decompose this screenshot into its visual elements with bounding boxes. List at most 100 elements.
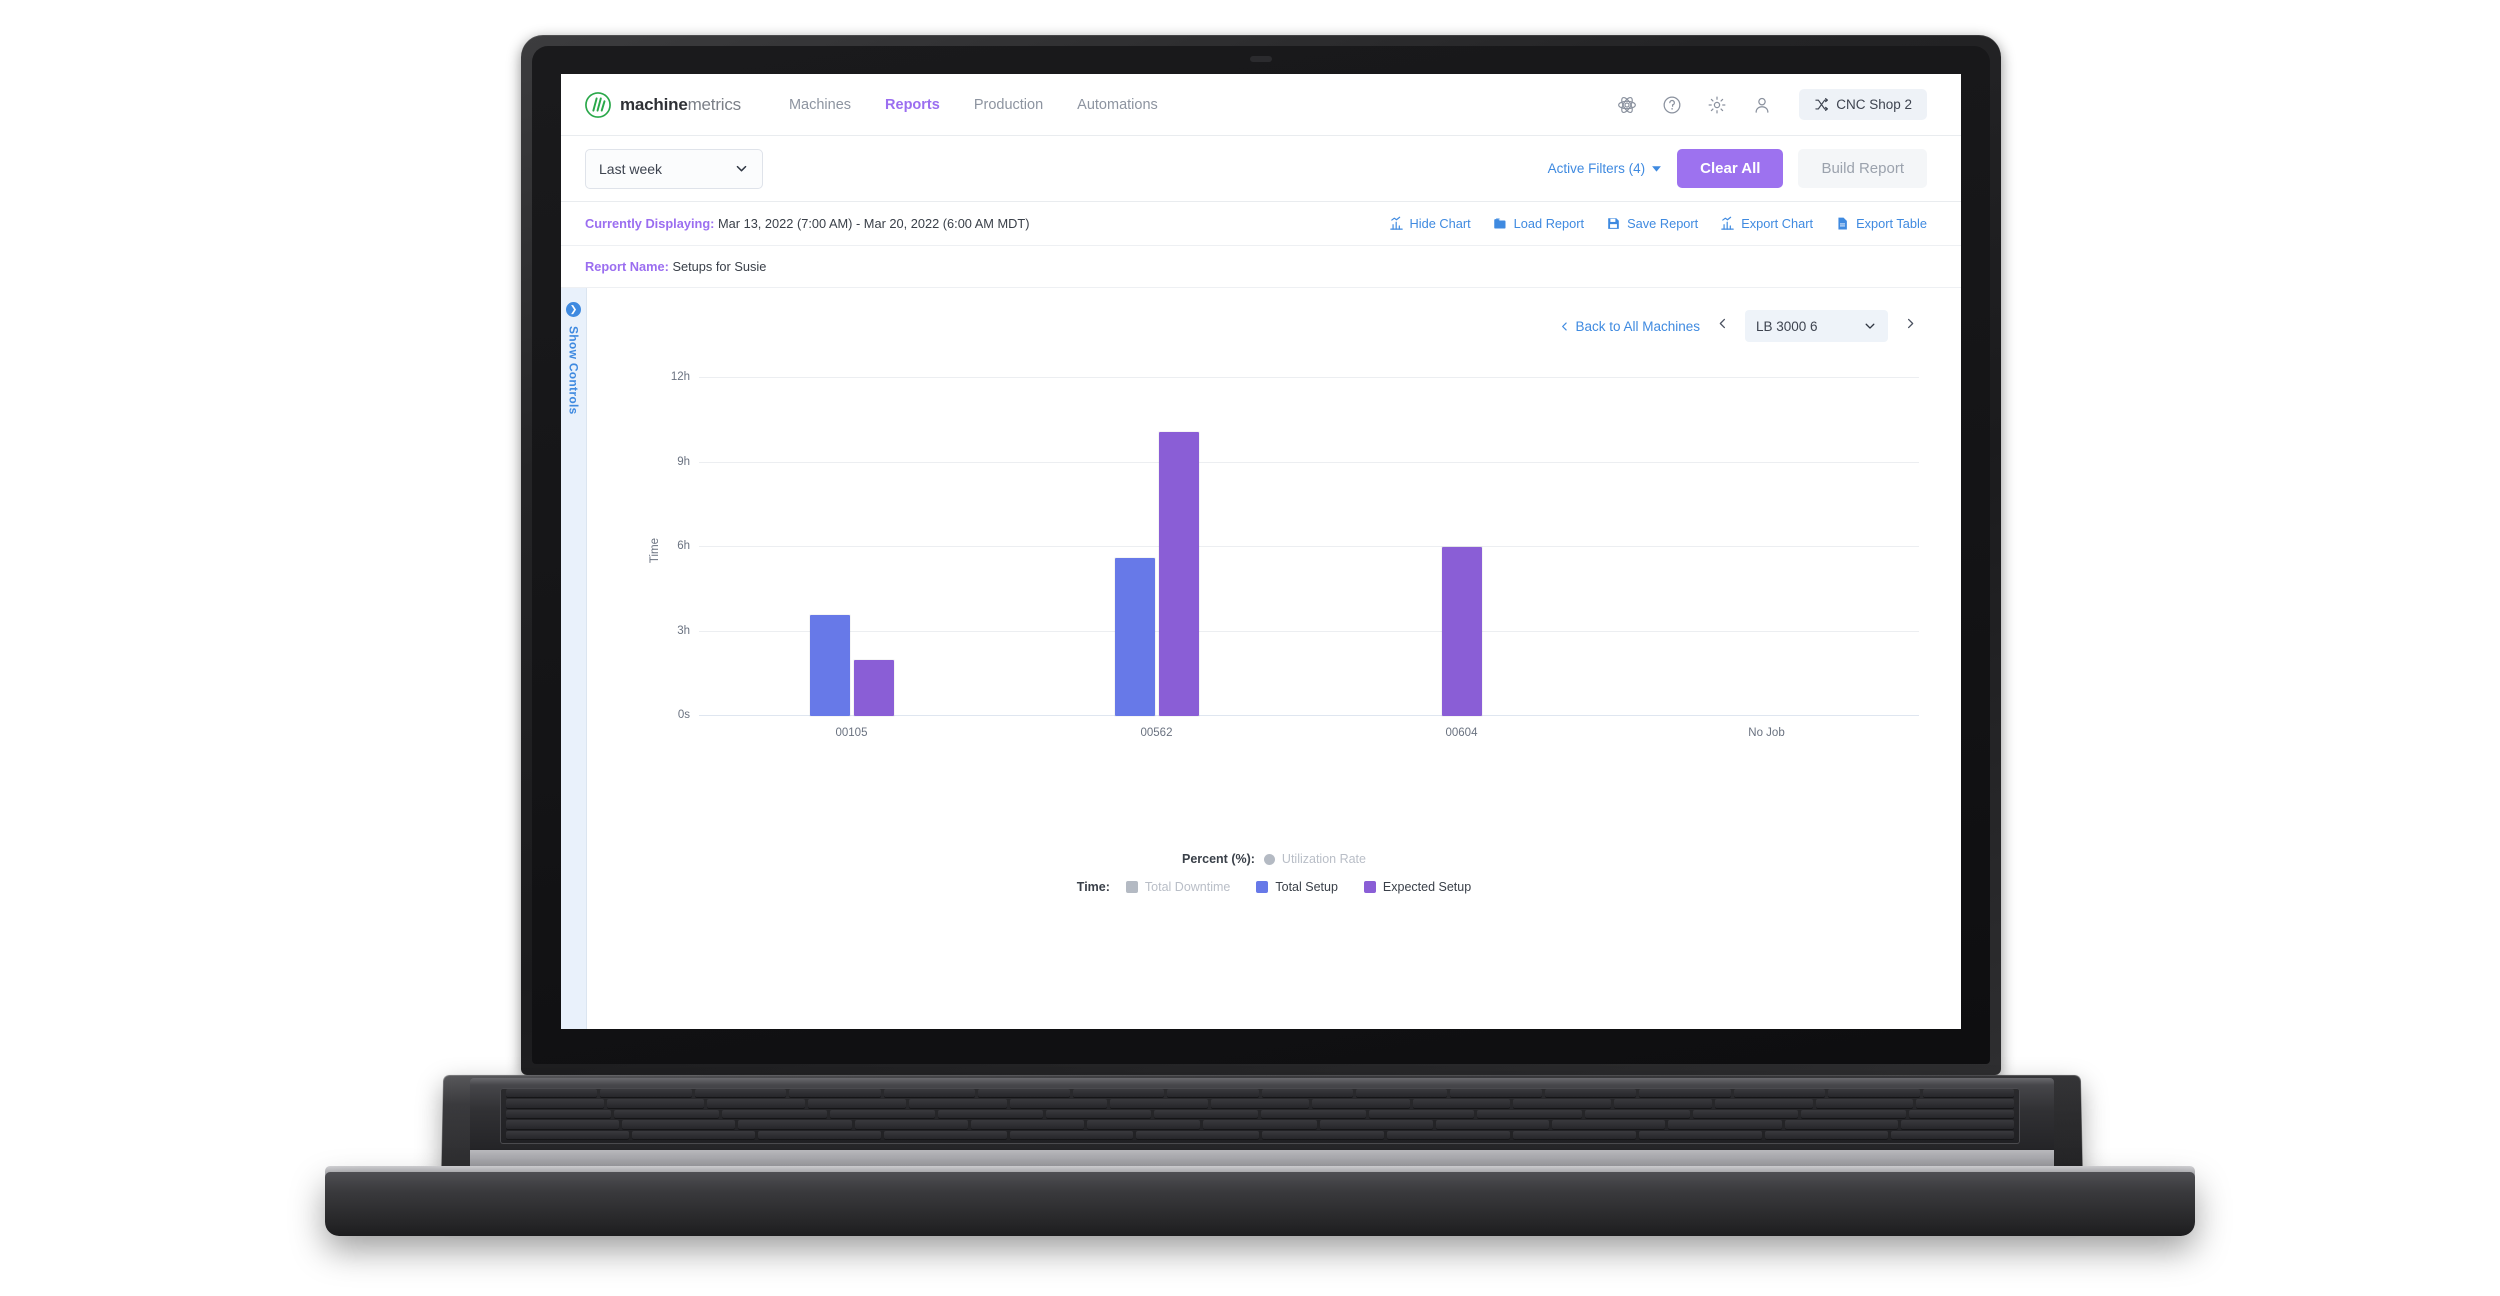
chart-pane: Back to All Machines LB 3000 6 Time 0s 3… <box>587 288 1961 1029</box>
y-axis-title: Time <box>649 538 661 564</box>
active-filters-label: Active Filters (4) <box>1547 161 1646 176</box>
x-axis-tick-label: 00604 <box>1445 727 1478 739</box>
build-report-button[interactable]: Build Report <box>1798 149 1927 188</box>
report-body: ❯ Show Controls Back to All Machines LB … <box>561 288 1961 1029</box>
save-report-action[interactable]: Save Report <box>1606 216 1698 231</box>
folder-icon <box>1493 218 1506 229</box>
machinemetrics-logo-icon <box>585 91 611 118</box>
y-axis-tick-label: 3h <box>677 624 690 637</box>
chevron-left-icon <box>1562 321 1568 331</box>
nav-link-machines[interactable]: Machines <box>789 97 851 113</box>
chevron-right-circle-icon: ❯ <box>566 302 581 317</box>
bar-group: No Job <box>1614 378 1919 739</box>
laptop-base-front <box>325 1172 2195 1236</box>
brand-logo[interactable]: machinemetrics <box>585 91 741 118</box>
brand-bold-text: machine <box>620 94 688 114</box>
laptop-camera <box>1250 56 1272 62</box>
legend-swatch-expected-setup <box>1363 881 1376 893</box>
chevron-left-icon <box>1719 318 1726 329</box>
keyboard-key <box>1167 1089 1259 1098</box>
hide-chart-action[interactable]: Hide Chart <box>1389 216 1471 231</box>
previous-machine-button[interactable] <box>1714 316 1731 336</box>
keyboard-key <box>600 1089 692 1098</box>
bar[interactable] <box>853 659 894 716</box>
currently-displaying-label: Currently Displaying: <box>585 216 715 231</box>
machinemetrics-app: machinemetrics Machines Reports Producti… <box>561 74 1961 1029</box>
keyboard-key <box>1072 1089 1165 1098</box>
keyboard-key <box>1203 1120 1317 1129</box>
chart-legend: Percent (%): Utilization Rate Time: Tota… <box>607 852 1941 894</box>
primary-nav-links: Machines Reports Production Automations <box>789 97 1158 113</box>
back-to-all-machines-link[interactable]: Back to All Machines <box>1559 319 1700 334</box>
help-circle-icon[interactable] <box>1660 93 1684 117</box>
atom-icon[interactable] <box>1615 93 1639 117</box>
bar[interactable] <box>809 614 850 716</box>
keyboard-key <box>1922 1089 2014 1098</box>
export-chart-action[interactable]: Export Chart <box>1720 216 1813 231</box>
export-chart-label: Export Chart <box>1741 216 1814 231</box>
machine-select[interactable]: LB 3000 6 <box>1745 310 1888 342</box>
chart-bars-icon <box>1721 216 1734 230</box>
keyboard-key <box>883 1130 1007 1139</box>
keyboard-key <box>631 1130 755 1139</box>
legend-item-utilization-rate[interactable]: Utilization Rate <box>1263 852 1366 866</box>
keyboard-key <box>1261 1089 1353 1098</box>
keyboard-row <box>500 1098 2020 1108</box>
keyboard-key <box>506 1130 629 1139</box>
keyboard-key <box>829 1109 935 1119</box>
clear-all-button[interactable]: Clear All <box>1677 149 1784 188</box>
bar[interactable] <box>1158 431 1199 716</box>
keyboard-key <box>738 1120 852 1129</box>
bar[interactable] <box>1441 547 1482 716</box>
legend-label-expected-setup: Expected Setup <box>1382 880 1472 894</box>
keyboard-key <box>1009 1130 1133 1139</box>
export-table-action[interactable]: Export Table <box>1835 216 1927 231</box>
legend-item-expected-setup[interactable]: Expected Setup <box>1363 880 1472 894</box>
load-report-action[interactable]: Load Report <box>1493 216 1584 231</box>
report-name-label: Report Name: <box>585 259 669 274</box>
nav-link-production[interactable]: Production <box>974 97 1043 113</box>
keyboard-key <box>789 1089 881 1098</box>
keyboard-key <box>1135 1130 1259 1139</box>
keyboard-key <box>1009 1099 1108 1108</box>
user-icon[interactable] <box>1750 93 1774 117</box>
nav-right-group: CNC Shop 2 <box>1615 89 1927 120</box>
nav-link-automations[interactable]: Automations <box>1077 97 1158 113</box>
keyboard-key <box>1369 1109 1475 1119</box>
keyboard-key <box>1900 1120 2015 1129</box>
keyboard-key <box>506 1099 604 1108</box>
keyboard-key <box>1552 1120 1666 1129</box>
caret-down-icon <box>1652 166 1662 172</box>
nav-link-reports[interactable]: Reports <box>885 97 940 113</box>
date-range-select[interactable]: Last week <box>585 148 763 189</box>
legend-label-total-setup: Total Setup <box>1275 880 1338 894</box>
next-machine-button[interactable] <box>1902 316 1919 336</box>
chart-bars-icon <box>1389 216 1403 230</box>
chart-plot-area: 0s 3h 6h 9h 12h 00105 00562 00604 No Job <box>671 371 1919 739</box>
bar[interactable] <box>1114 558 1155 716</box>
filter-bar-actions: Active Filters (4) Clear All Build Repor… <box>1548 149 1927 188</box>
legend-item-total-setup[interactable]: Total Setup <box>1256 880 1338 894</box>
shop-selector-chip[interactable]: CNC Shop 2 <box>1799 89 1927 120</box>
active-filters-dropdown[interactable]: Active Filters (4) <box>1548 161 1663 176</box>
keyboard-key <box>970 1120 1085 1129</box>
keyboard-key <box>854 1120 968 1129</box>
legend-row-time: Time: Total Downtime Total Setup Expecte… <box>607 880 1941 894</box>
keyboard-key <box>1733 1089 1826 1098</box>
legend-time-title: Time: <box>1076 880 1110 894</box>
legend-item-total-downtime[interactable]: Total Downtime <box>1125 880 1230 894</box>
y-axis-tick-label: 9h <box>677 455 690 468</box>
gear-icon[interactable] <box>1705 93 1729 117</box>
show-controls-rail[interactable]: ❯ Show Controls <box>561 288 587 1029</box>
keyboard-key <box>1585 1109 1691 1119</box>
report-actions: Hide Chart Load Report Save Report Expor… <box>1389 216 1927 231</box>
laptop-mockup: machinemetrics Machines Reports Producti… <box>0 0 2500 1296</box>
legend-percent-title: Percent (%): <box>1181 852 1255 866</box>
bar-stack <box>1004 378 1309 716</box>
brand-wordmark: machinemetrics <box>620 95 741 115</box>
keyboard-key <box>506 1109 611 1119</box>
machine-select-value: LB 3000 6 <box>1756 318 1818 334</box>
keyboard-key <box>1765 1130 1889 1139</box>
y-axis-tick-label: 6h <box>677 540 690 552</box>
y-axis-tick-label: 0s <box>677 709 690 721</box>
